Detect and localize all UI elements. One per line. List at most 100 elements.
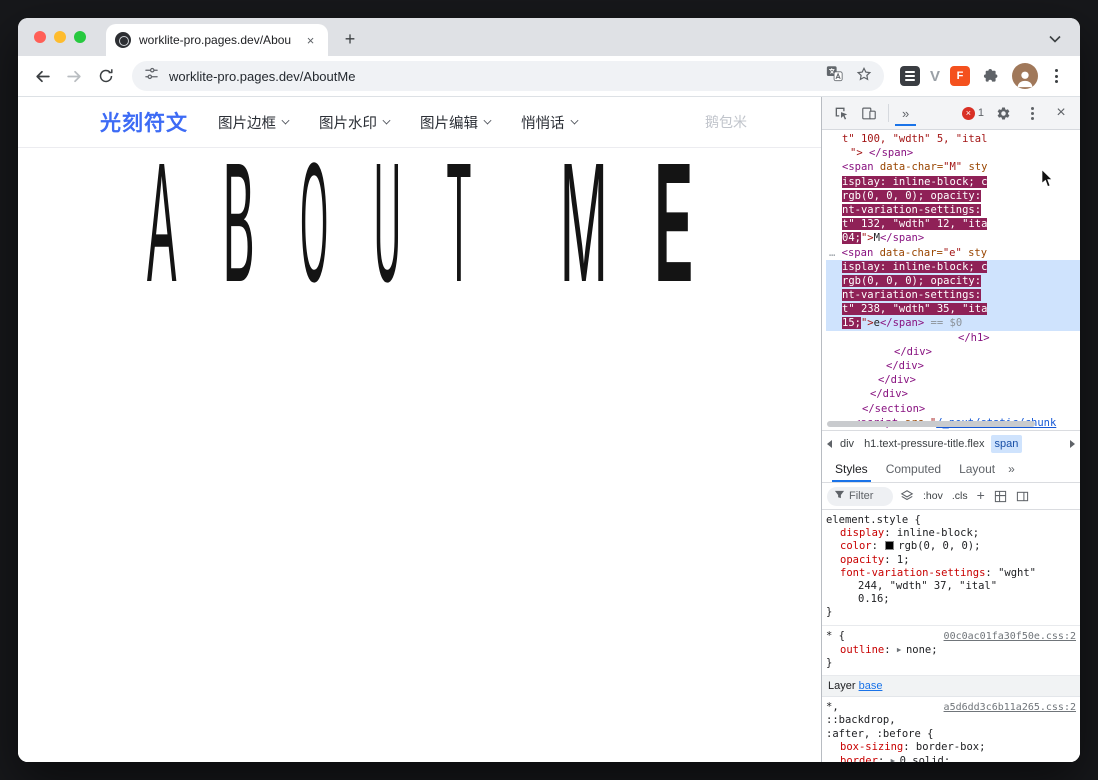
dom-tree-line[interactable]: t" 132, "wdth" 12, "ita xyxy=(826,217,1080,231)
css-segment: opacity xyxy=(840,553,885,566)
breadcrumb-item[interactable]: div xyxy=(836,435,858,453)
styles-filter[interactable] xyxy=(827,486,893,506)
tab-search-chevron-icon[interactable] xyxy=(1044,28,1066,50)
minimize-window-button[interactable] xyxy=(54,31,66,43)
style-line[interactable]: border: ▶ 0 solid; xyxy=(826,754,1076,762)
hero-section: ABOUTME xyxy=(18,138,821,316)
code-segment: data-char= xyxy=(873,161,944,174)
back-button[interactable] xyxy=(28,62,56,90)
dom-tree-line[interactable]: t" 100, "wdth" 5, "ital xyxy=(826,132,1080,146)
extensions-puzzle-icon[interactable] xyxy=(980,64,1004,88)
close-window-button[interactable] xyxy=(34,31,46,43)
breadcrumb-item[interactable]: h1.text-pressure-title.flex xyxy=(860,435,988,453)
css-segment: box-sizing xyxy=(840,740,904,753)
css-segment: none; xyxy=(905,643,938,656)
horizontal-scrollbar[interactable] xyxy=(827,421,1035,427)
color-swatch[interactable] xyxy=(885,541,895,551)
tab-computed[interactable]: Computed xyxy=(877,456,950,482)
cascade-layers-icon[interactable] xyxy=(898,487,916,505)
style-line[interactable]: element.style { xyxy=(826,514,1076,527)
reload-button[interactable] xyxy=(92,62,120,90)
css-segment: ::backdrop, xyxy=(826,714,896,727)
css-segment: { xyxy=(927,727,934,740)
fullscreen-window-button[interactable] xyxy=(74,31,86,43)
tab-layout[interactable]: Layout xyxy=(950,456,1004,482)
more-panels-button[interactable]: » xyxy=(895,100,917,126)
orange-extension-icon[interactable]: F xyxy=(950,66,970,86)
style-line[interactable]: } xyxy=(826,657,1076,670)
translate-icon[interactable] xyxy=(826,65,843,87)
v-extension-icon[interactable]: V xyxy=(930,68,940,85)
dom-tree-line[interactable]: 15;">e</span> == $0 xyxy=(826,316,1080,331)
title-letter: B xyxy=(223,138,255,316)
address-bar[interactable]: worklite-pro.pages.dev/AboutMe xyxy=(132,61,884,91)
style-line[interactable]: 244, "wdth" 37, "ital" xyxy=(826,580,1076,593)
breadcrumb-item[interactable]: span xyxy=(990,434,1023,453)
url-text[interactable]: worklite-pro.pages.dev/AboutMe xyxy=(169,69,816,84)
site-controls-icon[interactable] xyxy=(144,66,159,86)
style-line[interactable]: 0.16; xyxy=(826,593,1076,606)
layer-link[interactable]: base xyxy=(859,680,883,692)
computed-sidebar-toggle-icon[interactable] xyxy=(1014,488,1031,505)
style-line[interactable]: display: inline-block; xyxy=(826,527,1076,540)
dom-tree-line[interactable]: </section> xyxy=(826,402,1080,416)
toggle-class-button[interactable]: .cls xyxy=(950,488,970,504)
style-line[interactable]: :after, :before { xyxy=(826,728,1076,741)
dom-tree-line[interactable]: rgb(0, 0, 0); opacity: xyxy=(826,189,1080,203)
css-segment: ▶ xyxy=(890,756,900,762)
site-favicon xyxy=(115,32,131,48)
new-tab-button[interactable]: + xyxy=(336,25,364,53)
device-toolbar-icon[interactable] xyxy=(856,100,882,126)
dom-tree-line[interactable]: 04;">M</span> xyxy=(826,231,1080,245)
breadcrumb-scroll-left-icon[interactable] xyxy=(823,431,836,456)
dark-extension-icon[interactable] xyxy=(899,66,920,86)
new-style-rule-button[interactable]: + xyxy=(975,485,987,505)
profile-avatar[interactable] xyxy=(1012,63,1038,89)
browser-tab[interactable]: worklite-pro.pages.dev/Abou × xyxy=(106,24,328,56)
style-line[interactable]: opacity: 1; xyxy=(826,554,1076,567)
settings-gear-icon[interactable] xyxy=(990,100,1016,126)
style-line[interactable]: outline: ▶ none; xyxy=(826,643,1076,657)
nav-right-text[interactable]: 鹅包米 xyxy=(705,112,747,132)
bookmark-star-icon[interactable] xyxy=(856,66,872,87)
inspect-element-icon[interactable] xyxy=(828,100,854,126)
css-segment: 0 solid; xyxy=(899,755,951,762)
dom-tree-line[interactable]: rgb(0, 0, 0); opacity: xyxy=(826,273,1080,289)
dom-tree-line[interactable]: </div> xyxy=(826,345,1080,359)
dom-tree-line[interactable]: </div> xyxy=(826,373,1080,387)
style-line[interactable]: box-sizing: border-box; xyxy=(826,741,1076,754)
style-line[interactable]: color: rgb(0, 0, 0); xyxy=(826,540,1076,553)
style-line[interactable]: font-variation-settings: "wght" xyxy=(826,567,1076,580)
dom-tree-line[interactable]: … <span data-char="e" sty xyxy=(826,246,1080,260)
title-letter-glyph: M xyxy=(559,128,609,318)
dom-tree-line[interactable]: isplay: inline-block; c xyxy=(826,259,1080,274)
style-line[interactable]: } xyxy=(826,606,1076,619)
dom-tree-line[interactable]: </div> xyxy=(826,359,1080,373)
dom-tree-line[interactable]: t" 238, "wdth" 35, "ita xyxy=(826,302,1080,317)
dom-tree-line[interactable]: </div> xyxy=(826,387,1080,401)
browser-menu-kebab-icon[interactable] xyxy=(1042,62,1070,90)
devtools-close-button[interactable]: × xyxy=(1048,100,1074,126)
devtools-menu-kebab-icon[interactable] xyxy=(1019,100,1045,126)
stylesheet-link[interactable]: a5d6dd3c6b11a265.css:2 xyxy=(944,702,1076,713)
tab-styles[interactable]: Styles xyxy=(826,456,877,482)
filter-input[interactable] xyxy=(849,490,889,502)
stylesheet-link[interactable]: 00c0ac01fa30f50e.css:2 xyxy=(944,631,1076,642)
forward-button[interactable] xyxy=(60,62,88,90)
dom-tree-line[interactable]: nt-variation-settings: xyxy=(826,203,1080,217)
tab-close-button[interactable]: × xyxy=(302,32,319,49)
code-segment: "> xyxy=(860,232,874,245)
dom-tree-line[interactable]: nt-variation-settings: xyxy=(826,288,1080,303)
toggle-hover-state-button[interactable]: :hov xyxy=(921,488,945,504)
title-letter-glyph: U xyxy=(373,128,401,318)
style-line[interactable]: ::backdrop, xyxy=(826,714,1076,727)
dom-tree-line[interactable]: "> </span> xyxy=(826,146,1080,160)
elements-tree[interactable]: t" 100, "wdth" 5, "ital "> </span> <span d… xyxy=(822,130,1080,430)
dom-tree-line[interactable]: </h1> xyxy=(826,331,1080,345)
chevron-down-icon xyxy=(570,116,578,124)
css-segment: { xyxy=(838,629,845,642)
sidebar-more-tabs[interactable]: » xyxy=(1008,462,1015,476)
error-count-badge[interactable]: × 1 xyxy=(961,106,984,120)
breadcrumb-scroll-right-icon[interactable] xyxy=(1066,431,1079,456)
grid-icon[interactable] xyxy=(992,488,1009,505)
